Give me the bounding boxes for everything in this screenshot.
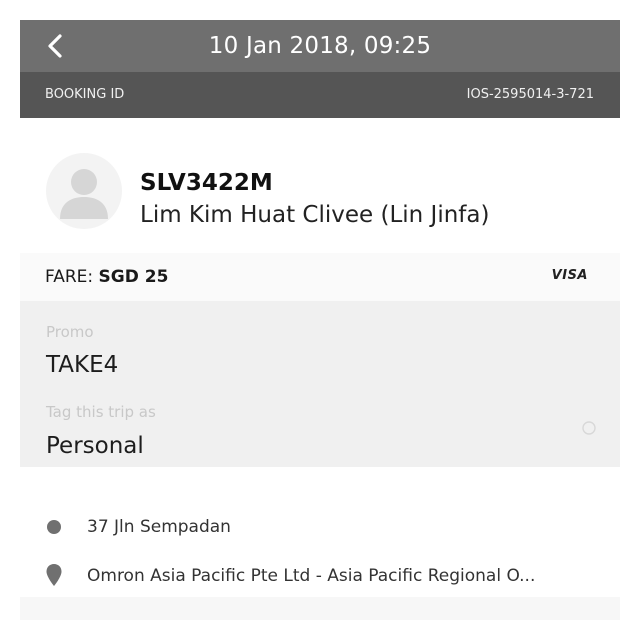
pickup-stop: 37 Jln Sempadan [20,507,620,547]
vehicle-plate: SLV3422M [140,170,273,196]
driver-name: Lim Kim Huat Clivee (Lin Jinfa) [140,202,490,228]
booking-detail-card: 10 Jan 2018, 09:25 BOOKING ID IOS-259501… [20,20,620,620]
user-avatar-icon [60,169,108,219]
fare-row: FARE: SGD 25 VISA [20,253,620,301]
dropoff-stop: Omron Asia Pacific Pte Ltd - Asia Pacifi… [20,556,620,596]
booking-id-value: IOS-2595014-3-721 [466,87,594,102]
top-bar: 10 Jan 2018, 09:25 [20,20,620,72]
promo-value: TAKE4 [46,352,119,378]
trip-tag-toggle[interactable] [580,419,598,437]
promo-field[interactable]: Promo TAKE4 [20,301,620,381]
dropdown-indicator-icon [582,421,596,435]
dot-icon [47,520,61,534]
footer-strip [20,597,620,620]
trip-options: Promo TAKE4 Tag this trip as Personal [20,301,620,467]
trip-tag-field[interactable]: Tag this trip as Personal [20,383,620,463]
trip-tag-value: Personal [46,433,144,459]
route-details: 37 Jln Sempadan Omron Asia Pacific Pte L… [20,467,620,597]
trip-tag-label: Tag this trip as [46,403,156,421]
location-pin-icon [46,564,62,586]
fare-label: FARE: [45,267,94,287]
booking-id-bar: BOOKING ID IOS-2595014-3-721 [20,72,620,118]
driver-info: SLV3422M Lim Kim Huat Clivee (Lin Jinfa) [20,118,620,253]
page-title: 10 Jan 2018, 09:25 [208,33,432,59]
fare-text: FARE: SGD 25 [45,253,168,301]
fare-amount: SGD 25 [98,267,169,287]
visa-logo: VISA [551,268,588,283]
booking-id-label: BOOKING ID [45,87,125,102]
promo-label: Promo [46,323,94,341]
pickup-address: 37 Jln Sempadan [87,517,231,537]
avatar [46,153,122,229]
dropoff-address: Omron Asia Pacific Pte Ltd - Asia Pacifi… [87,566,536,586]
